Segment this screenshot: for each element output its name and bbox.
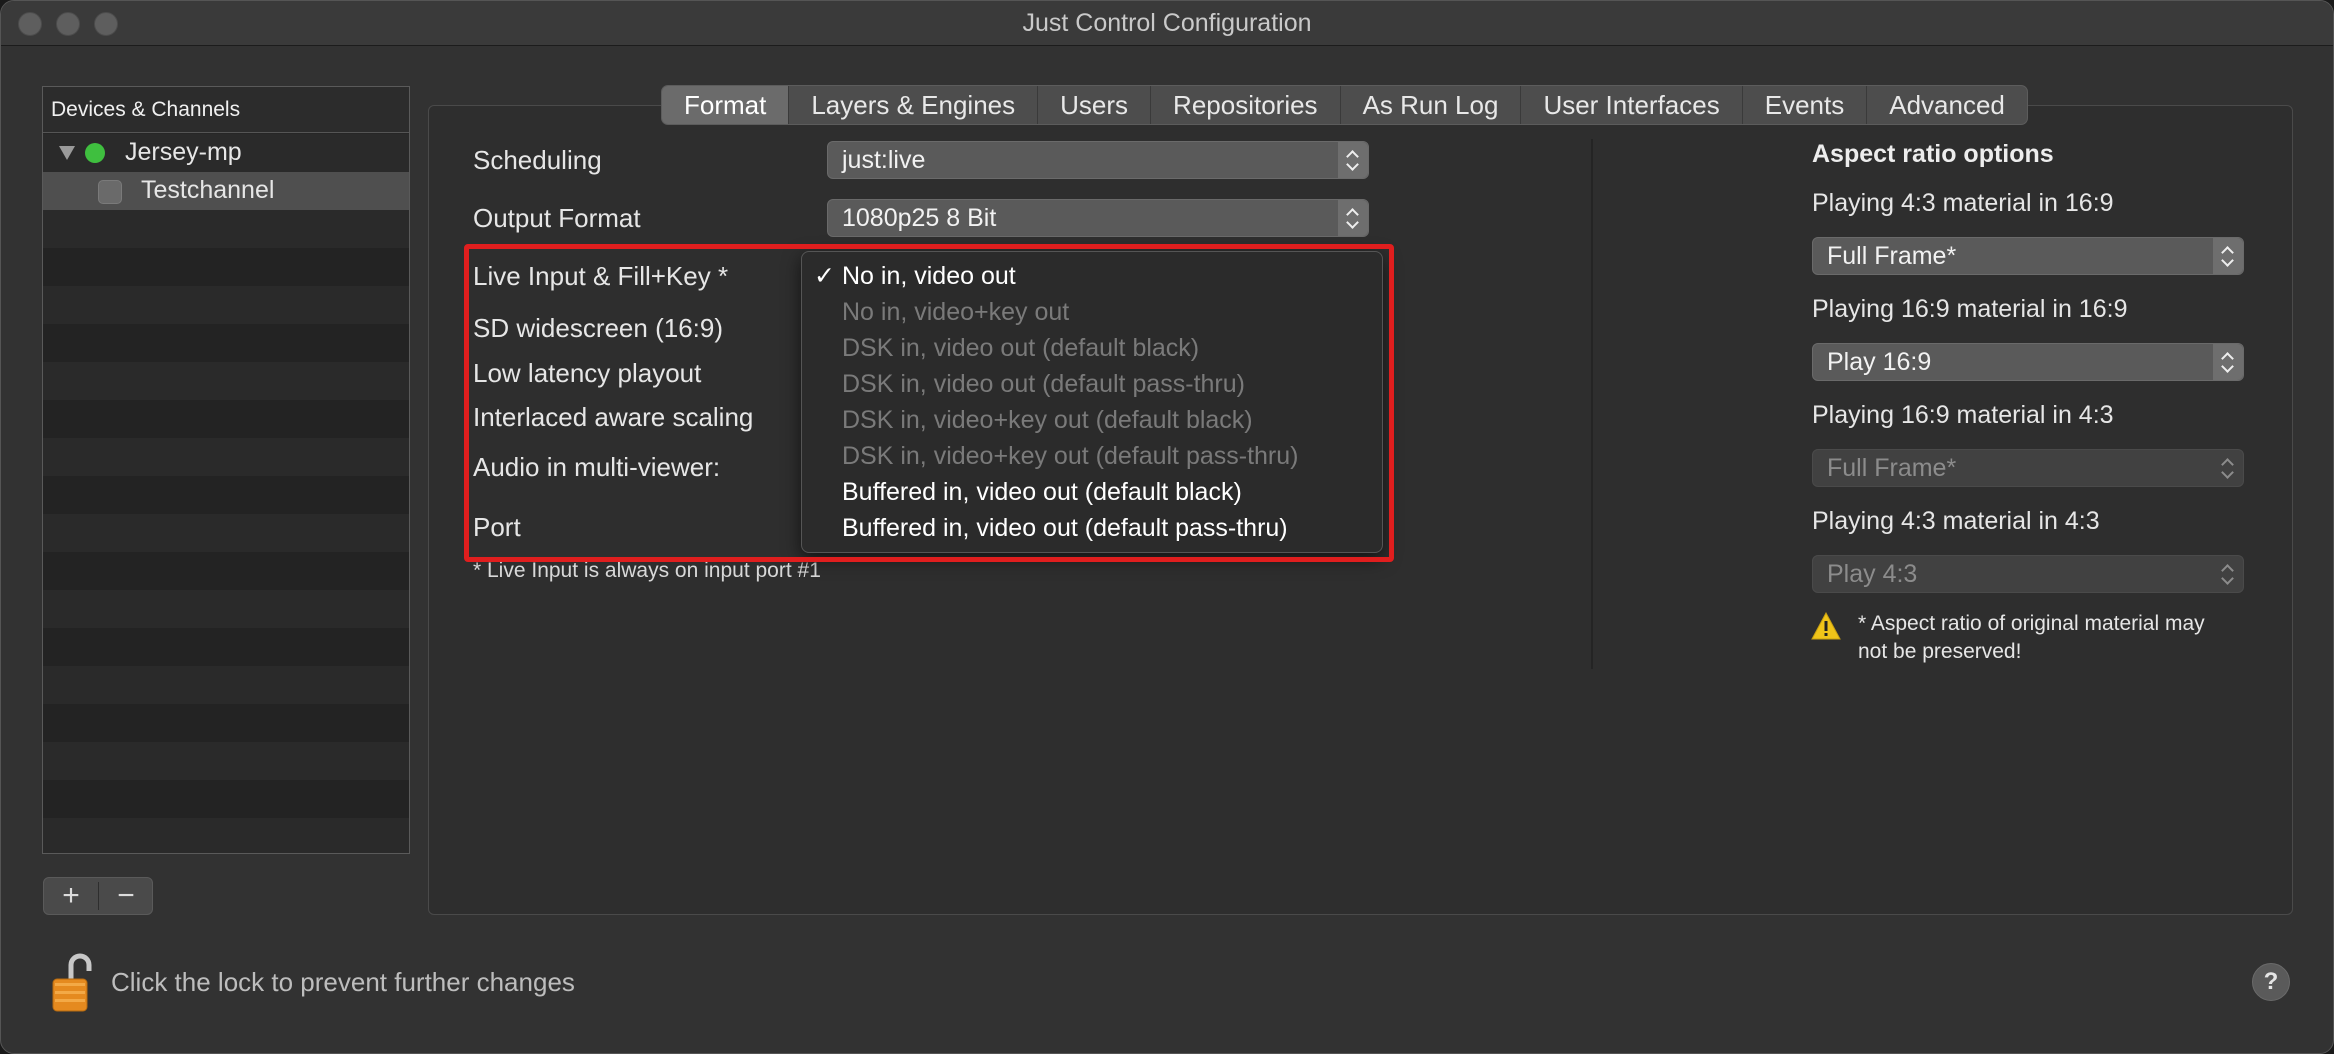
aspect-select-4-3-in-16-9[interactable]: Full Frame* [1812,237,2244,275]
aspect-select-16-9-in-16-9[interactable]: Play 16:9 [1812,343,2244,381]
aspect-value: Full Frame* [1827,454,1957,482]
tab-users[interactable]: Users [1038,86,1152,124]
aspect-label-4-3-in-16-9: Playing 4:3 material in 16:9 [1812,189,2114,217]
title-bar: Just Control Configuration [1,1,2333,46]
aspect-value: Play 4:3 [1827,560,1918,588]
remove-button[interactable]: − [99,878,153,914]
tab-layers-engines[interactable]: Layers & Engines [789,86,1039,124]
vertical-divider [1591,139,1593,669]
sidebar-item-jersey-mp[interactable]: Jersey-mp [43,134,409,172]
tab-events[interactable]: Events [1743,86,1868,124]
tab-bar: Format Layers & Engines Users Repositori… [661,85,2028,125]
tab-user-interfaces[interactable]: User Interfaces [1521,86,1743,124]
scheduling-value: just:live [842,146,926,174]
devices-channels-header: Devices & Channels [43,87,409,133]
aspect-warning-text: * Aspect ratio of original material may … [1858,612,2205,663]
help-button[interactable]: ? [2252,963,2290,1001]
warning-icon [1811,612,1841,640]
aspect-value: Full Frame* [1827,242,1957,270]
popup-stepper-icon [2213,238,2243,274]
popup-stepper-icon [2213,344,2243,380]
configuration-window: Just Control Configuration Devices & Cha… [0,0,2334,1054]
aspect-value: Play 16:9 [1827,348,1932,376]
sidebar-item-label: Jersey-mp [125,138,242,166]
disclosure-triangle-icon[interactable] [59,146,75,160]
devices-channels-list: Devices & Channels Jersey-mp Testchannel [42,86,410,854]
tab-repositories[interactable]: Repositories [1151,86,1341,124]
window-title: Just Control Configuration [1022,9,1312,37]
add-button[interactable]: + [44,878,98,914]
popup-stepper-icon [2213,556,2243,592]
aspect-select-4-3-in-4-3: Play 4:3 [1812,555,2244,593]
aspect-ratio-title: Aspect ratio options [1812,140,2054,168]
sidebar-item-label: Testchannel [141,176,275,204]
aspect-label-16-9-in-4-3: Playing 16:9 material in 4:3 [1812,401,2114,429]
sidebar-rows: Jersey-mp Testchannel [43,134,409,853]
popup-stepper-icon [2213,450,2243,486]
tab-as-run-log[interactable]: As Run Log [1341,86,1522,124]
unlocked-padlock-icon[interactable] [51,951,97,1013]
output-format-label: Output Format [473,203,641,233]
aspect-label-4-3-in-4-3: Playing 4:3 material in 4:3 [1812,507,2100,535]
tab-format[interactable]: Format [662,86,790,124]
annotation-highlight-box [464,244,1394,562]
channel-checkbox[interactable] [98,180,122,204]
scheduling-select[interactable]: just:live [827,141,1369,179]
tab-advanced[interactable]: Advanced [1867,86,2027,124]
live-input-footnote: * Live Input is always on input port #1 [473,559,821,582]
popup-stepper-icon [1338,200,1368,236]
lock-instruction-text: Click the lock to prevent further change… [111,967,575,997]
output-format-select[interactable]: 1080p25 8 Bit [827,199,1369,237]
sidebar-item-testchannel[interactable]: Testchannel [43,172,409,210]
popup-stepper-icon [1338,142,1368,178]
scheduling-label: Scheduling [473,145,602,175]
add-remove-control: + − [43,877,153,915]
status-dot-icon [85,143,105,163]
aspect-label-16-9-in-16-9: Playing 16:9 material in 16:9 [1812,295,2128,323]
output-format-value: 1080p25 8 Bit [842,204,997,232]
aspect-select-16-9-in-4-3: Full Frame* [1812,449,2244,487]
